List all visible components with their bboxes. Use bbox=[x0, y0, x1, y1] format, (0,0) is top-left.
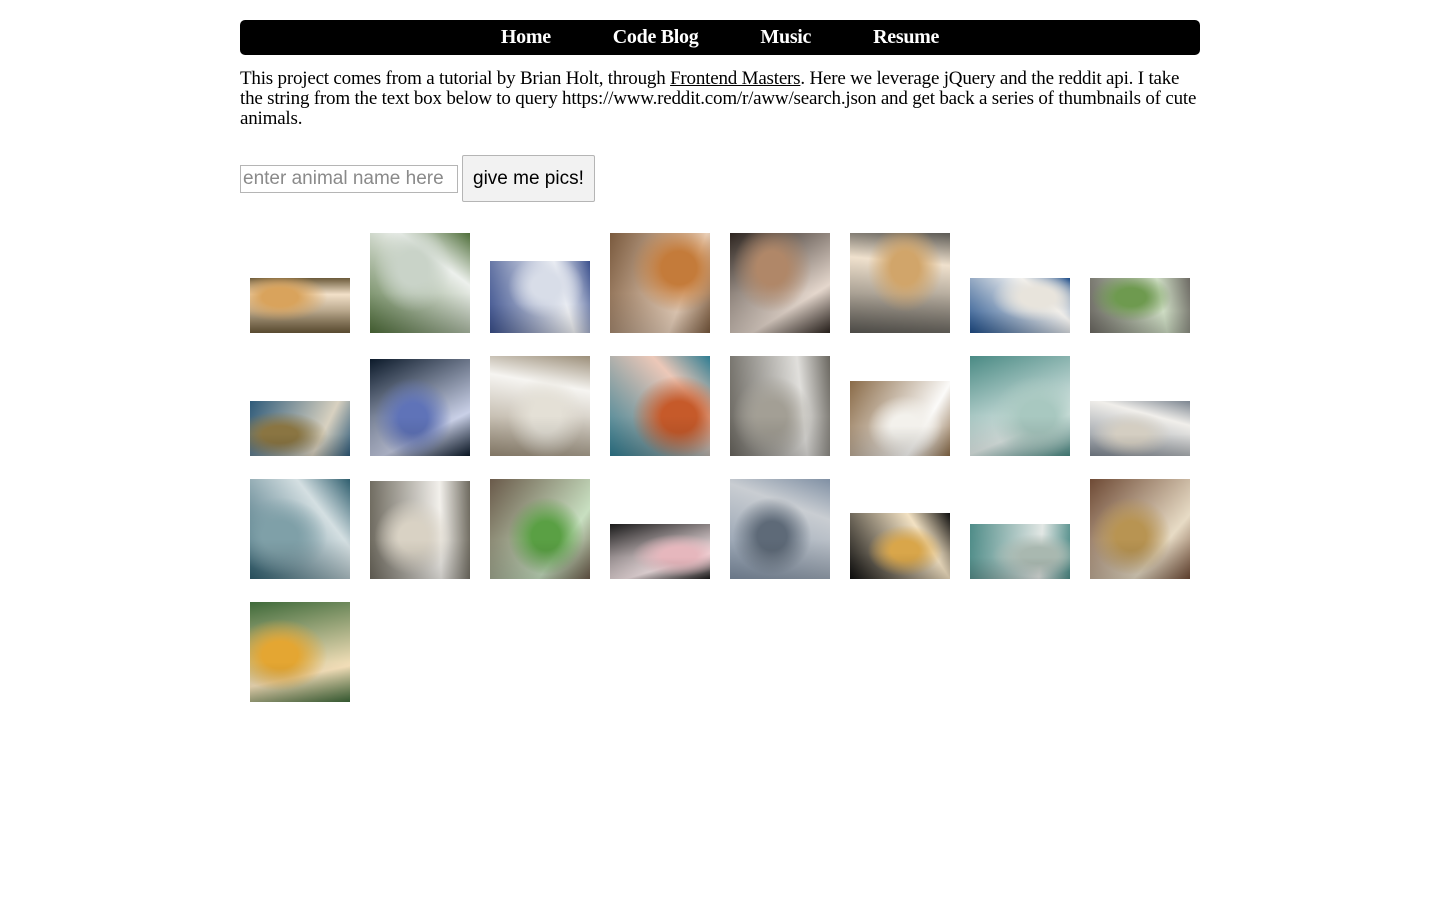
nav-item-code-blog[interactable]: Code Blog bbox=[613, 26, 699, 49]
animal-thumbnail[interactable] bbox=[970, 278, 1070, 333]
thumbnail-gallery bbox=[250, 233, 1210, 725]
thumbnail-row bbox=[250, 356, 1210, 456]
animal-thumbnail[interactable] bbox=[250, 278, 350, 333]
animal-thumbnail[interactable] bbox=[610, 233, 710, 333]
search-controls: give me pics! bbox=[240, 155, 1200, 202]
animal-thumbnail[interactable] bbox=[370, 481, 470, 579]
animal-thumbnail[interactable] bbox=[610, 356, 710, 456]
nav-item-home[interactable]: Home bbox=[501, 26, 551, 49]
intro-paragraph: This project comes from a tutorial by Br… bbox=[240, 69, 1200, 129]
animal-thumbnail[interactable] bbox=[850, 381, 950, 456]
animal-thumbnail[interactable] bbox=[490, 479, 590, 579]
animal-thumbnail[interactable] bbox=[250, 602, 350, 702]
animal-thumbnail[interactable] bbox=[730, 233, 830, 333]
animal-thumbnail[interactable] bbox=[370, 359, 470, 456]
animal-thumbnail[interactable] bbox=[610, 524, 710, 579]
animal-thumbnail[interactable] bbox=[490, 261, 590, 333]
animal-thumbnail[interactable] bbox=[250, 401, 350, 456]
top-navbar: Home Code Blog Music Resume bbox=[240, 20, 1200, 55]
animal-thumbnail[interactable] bbox=[1090, 479, 1190, 579]
nav-item-music[interactable]: Music bbox=[760, 26, 811, 49]
animal-thumbnail[interactable] bbox=[850, 233, 950, 333]
animal-thumbnail[interactable] bbox=[1090, 401, 1190, 456]
frontend-masters-link[interactable]: Frontend Masters bbox=[670, 68, 801, 89]
animal-thumbnail[interactable] bbox=[370, 233, 470, 333]
page-container: Home Code Blog Music Resume This project… bbox=[240, 20, 1200, 202]
thumbnail-row bbox=[250, 479, 1210, 579]
animal-thumbnail[interactable] bbox=[730, 356, 830, 456]
thumbnail-row bbox=[250, 602, 1210, 702]
animal-thumbnail[interactable] bbox=[1090, 278, 1190, 333]
give-me-pics-button[interactable]: give me pics! bbox=[462, 155, 595, 202]
thumbnail-row bbox=[250, 233, 1210, 333]
intro-text-start: This project comes from a tutorial by Br… bbox=[240, 68, 671, 89]
animal-thumbnail[interactable] bbox=[490, 356, 590, 456]
animal-search-input[interactable] bbox=[240, 164, 458, 193]
animal-thumbnail[interactable] bbox=[730, 479, 830, 579]
nav-item-resume[interactable]: Resume bbox=[873, 26, 939, 49]
animal-thumbnail[interactable] bbox=[850, 513, 950, 579]
animal-thumbnail[interactable] bbox=[250, 479, 350, 579]
animal-thumbnail[interactable] bbox=[970, 356, 1070, 456]
animal-thumbnail[interactable] bbox=[970, 524, 1070, 579]
